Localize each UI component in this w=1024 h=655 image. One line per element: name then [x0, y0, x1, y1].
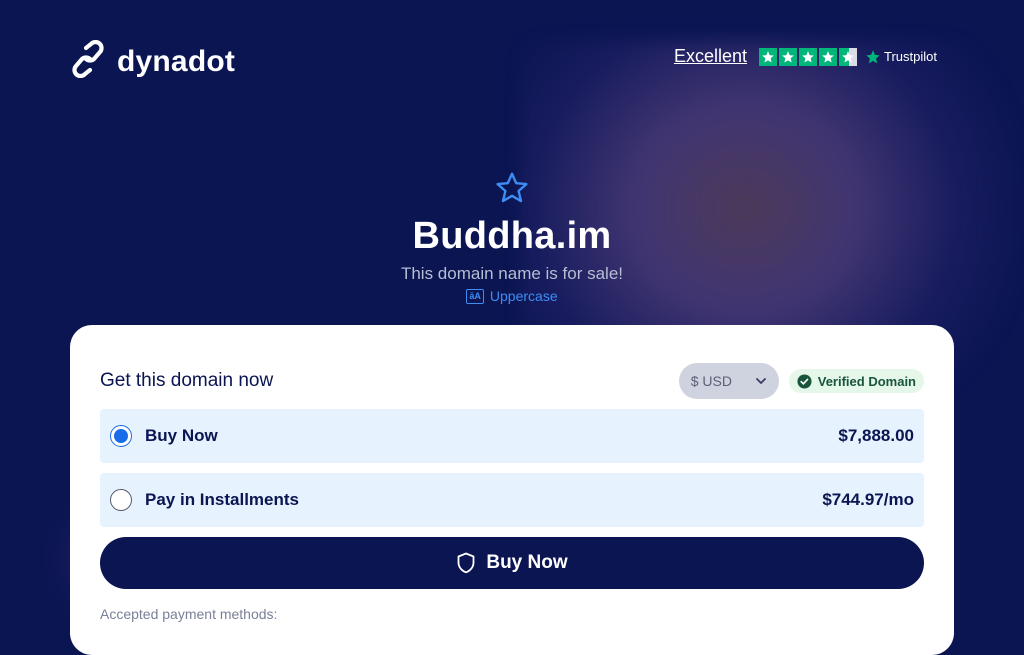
shield-icon [457, 552, 475, 574]
purchase-card: Get this domain now $ USD Verified Domai… [70, 325, 954, 655]
star-icon [799, 47, 818, 66]
domain-title: Buddha.im [412, 215, 612, 257]
currency-select[interactable]: $ USD [678, 363, 779, 399]
currency-value: $ USD [690, 373, 732, 389]
option-installments[interactable]: Pay in Installments $744.97/mo [100, 473, 924, 527]
hero-section: Buddha.im This domain name is for sale! … [0, 170, 1024, 304]
brand-name: dynadot [117, 44, 236, 78]
verified-label: Verified Domain [817, 373, 916, 389]
radio-installments[interactable] [110, 489, 132, 511]
trustpilot-widget[interactable]: Excellent Trustpilot [674, 46, 937, 67]
chevron-down-icon [755, 378, 766, 385]
sale-subtitle: This domain name is for sale! [400, 264, 624, 283]
payment-methods-label: Accepted payment methods: [100, 606, 278, 622]
card-title: Get this domain now [100, 370, 274, 391]
card-header-right: $ USD Verified Domain [678, 363, 924, 399]
star-icon [819, 47, 838, 66]
option-price: $744.97/mo [822, 490, 914, 509]
option-label: Pay in Installments [145, 490, 299, 509]
verified-badge: Verified Domain [788, 369, 924, 393]
trustpilot-logo: Trustpilot [865, 49, 937, 65]
option-buy-now-left: Buy Now [110, 425, 218, 447]
chain-link-icon [69, 39, 107, 83]
trustpilot-star-icon [866, 49, 880, 63]
option-installments-left: Pay in Installments [110, 489, 299, 511]
uppercase-toggle[interactable]: āA Uppercase [466, 288, 558, 304]
trustpilot-rating-text[interactable]: Excellent [674, 46, 747, 67]
star-half-icon [839, 47, 858, 66]
star-icon [759, 47, 778, 66]
radio-buy-now[interactable] [110, 425, 132, 447]
trustpilot-brand: Trustpilot [884, 49, 937, 64]
trustpilot-stars [759, 47, 858, 66]
dynadot-logo[interactable]: dynadot [69, 39, 236, 83]
option-buy-now[interactable]: Buy Now $7,888.00 [100, 409, 924, 463]
star-icon [779, 47, 798, 66]
option-price: $7,888.00 [838, 426, 914, 445]
card-header: Get this domain now $ USD Verified Domai… [100, 363, 924, 399]
option-label: Buy Now [145, 426, 218, 445]
buy-now-label: Buy Now [486, 552, 568, 573]
case-icon: āA [466, 288, 484, 304]
favorite-star-icon[interactable] [494, 170, 530, 211]
buy-now-button[interactable]: Buy Now [100, 537, 924, 589]
check-circle-icon [797, 373, 812, 389]
uppercase-label: Uppercase [489, 288, 558, 304]
